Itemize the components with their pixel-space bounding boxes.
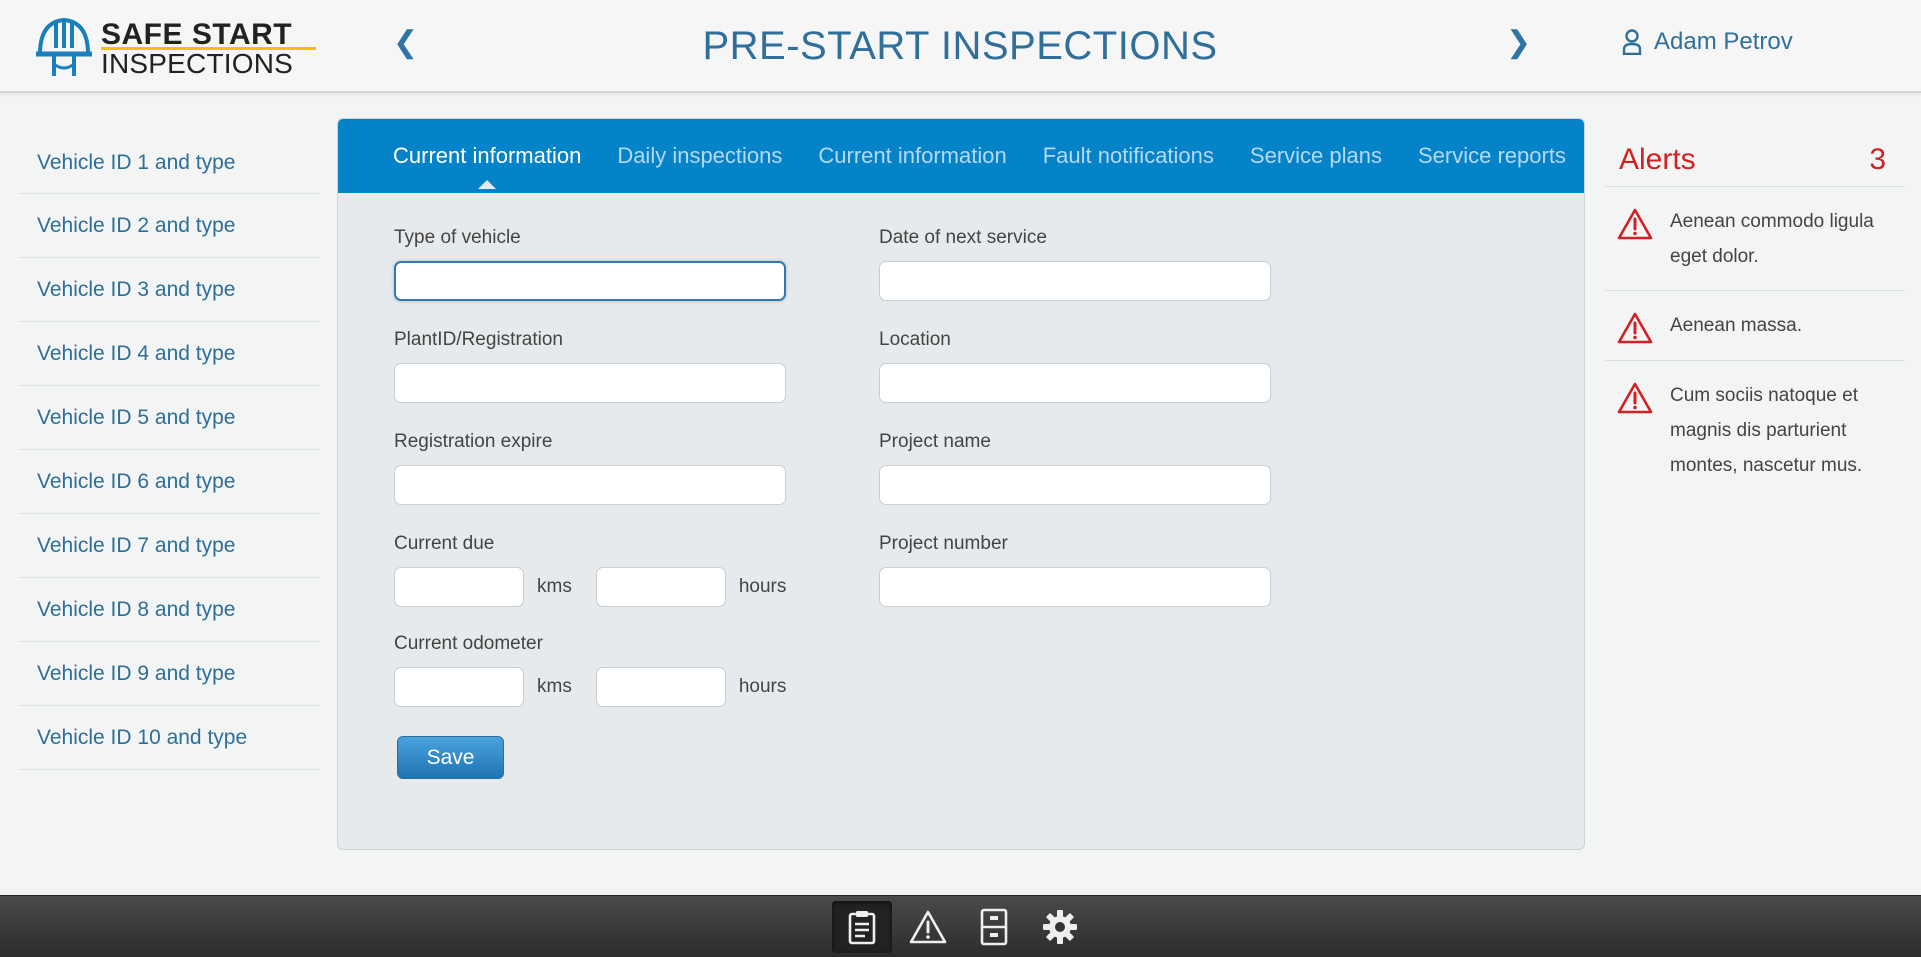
- prev-arrow-icon[interactable]: ❮: [393, 28, 418, 58]
- warning-icon: [909, 910, 946, 943]
- logo: SAFE START INSPECTIONS: [34, 14, 316, 82]
- current-due-kms-unit: kms: [537, 576, 572, 597]
- plant-id-label: PlantID/Registration: [394, 329, 563, 350]
- project-number-label: Project number: [879, 533, 1008, 554]
- warning-icon: [1617, 382, 1653, 414]
- clipboard-icon: [848, 910, 875, 944]
- app-header: SAFE START INSPECTIONS ❮ PRE-START INSPE…: [0, 0, 1921, 93]
- location-label: Location: [879, 329, 951, 350]
- hard-hat-logo-icon: [36, 17, 92, 76]
- next-service-input[interactable]: [879, 261, 1271, 301]
- registration-expire-label: Registration expire: [394, 431, 553, 452]
- inspections-button[interactable]: [831, 900, 892, 953]
- vehicle-item-9[interactable]: Vehicle ID 9 and type: [18, 642, 320, 706]
- current-due-hours-input[interactable]: [595, 567, 726, 607]
- form-right-column: Date of next service Location Project na…: [879, 227, 1279, 635]
- alert-item[interactable]: Cum sociis natoque et magnis dis parturi…: [1605, 361, 1905, 499]
- alerts-title: Alerts: [1619, 142, 1696, 176]
- current-odometer-label: Current odometer: [394, 633, 543, 654]
- alert-item[interactable]: Aenean massa.: [1605, 291, 1905, 361]
- tab-label: Current information: [393, 143, 582, 168]
- records-button[interactable]: [964, 901, 1024, 953]
- tab-service-plans[interactable]: Service plans: [1250, 143, 1382, 169]
- current-due-hours-unit: hours: [738, 576, 787, 597]
- logo-text-line2: INSPECTIONS: [101, 48, 294, 79]
- current-due-fields: kms hours: [394, 567, 794, 607]
- vehicle-item-5[interactable]: Vehicle ID 5 and type: [18, 386, 320, 450]
- vehicle-item-2[interactable]: Vehicle ID 2 and type: [18, 194, 320, 258]
- plant-id-input[interactable]: [394, 363, 786, 403]
- current-odometer-fields: kms hours: [394, 667, 794, 707]
- page-title: PRE-START INSPECTIONS: [702, 24, 1218, 68]
- user-name: Adam Petrov: [1654, 28, 1793, 55]
- next-service-label: Date of next service: [879, 227, 1047, 248]
- alert-text: Aenean massa.: [1670, 315, 1803, 336]
- tab-service-reports[interactable]: Service reports: [1418, 143, 1566, 169]
- current-odometer-hours-unit: hours: [738, 676, 787, 697]
- type-of-vehicle-input[interactable]: [394, 261, 786, 301]
- next-arrow-icon[interactable]: ❯: [1506, 28, 1531, 58]
- warning-icon: [1617, 312, 1653, 344]
- main-panel: Current information Daily inspections Cu…: [337, 118, 1585, 850]
- form-left-column: Type of vehicle PlantID/Registration Reg…: [394, 227, 794, 733]
- vehicle-item-10[interactable]: Vehicle ID 10 and type: [18, 706, 320, 770]
- alerts-header: Alerts 3: [1605, 133, 1905, 187]
- vehicle-item-4[interactable]: Vehicle ID 4 and type: [18, 322, 320, 386]
- project-name-input[interactable]: [879, 465, 1271, 505]
- vehicle-item-1[interactable]: Vehicle ID 1 and type: [18, 133, 320, 194]
- vehicle-list: Vehicle ID 1 and type Vehicle ID 2 and t…: [18, 133, 320, 770]
- alert-text: Cum sociis natoque et magnis dis parturi…: [1670, 385, 1863, 476]
- user-menu[interactable]: Adam Petrov: [1622, 28, 1793, 56]
- vehicle-item-3[interactable]: Vehicle ID 3 and type: [18, 258, 320, 322]
- bottom-toolbar: [0, 895, 1921, 957]
- alerts-panel: Alerts 3 Aenean commodo ligula eget dolo…: [1605, 133, 1905, 499]
- location-input[interactable]: [879, 363, 1271, 403]
- user-icon: [1622, 29, 1642, 55]
- current-due-label: Current due: [394, 533, 495, 554]
- vehicle-item-6[interactable]: Vehicle ID 6 and type: [18, 450, 320, 514]
- tab-bar: Current information Daily inspections Cu…: [338, 119, 1584, 193]
- current-odometer-kms-input[interactable]: [394, 667, 524, 707]
- alert-item[interactable]: Aenean commodo ligula eget dolor.: [1605, 187, 1905, 291]
- type-of-vehicle-label: Type of vehicle: [394, 227, 521, 248]
- active-tab-pointer: [478, 180, 497, 189]
- settings-button[interactable]: [1030, 901, 1090, 953]
- tab-fault-notifications[interactable]: Fault notifications: [1043, 143, 1214, 169]
- registration-expire-input[interactable]: [394, 465, 786, 505]
- vehicle-item-7[interactable]: Vehicle ID 7 and type: [18, 514, 320, 578]
- project-number-input[interactable]: [879, 567, 1271, 607]
- current-odometer-kms-unit: kms: [537, 676, 572, 697]
- alert-text: Aenean commodo ligula eget dolor.: [1670, 211, 1874, 267]
- tab-current-information[interactable]: Current information: [393, 143, 582, 189]
- tab-daily-inspections[interactable]: Daily inspections: [617, 143, 782, 169]
- alerts-count-badge: 3: [1869, 142, 1886, 176]
- save-button[interactable]: Save: [397, 736, 504, 779]
- vehicle-item-8[interactable]: Vehicle ID 8 and type: [18, 578, 320, 642]
- alerts-button[interactable]: [898, 901, 958, 953]
- warning-icon: [1617, 208, 1653, 240]
- current-odometer-hours-input[interactable]: [595, 667, 726, 707]
- gear-icon: [1042, 909, 1077, 944]
- current-due-kms-input[interactable]: [394, 567, 524, 607]
- cabinet-icon: [980, 908, 1007, 945]
- project-name-label: Project name: [879, 431, 991, 452]
- tab-current-information-2[interactable]: Current information: [818, 143, 1006, 169]
